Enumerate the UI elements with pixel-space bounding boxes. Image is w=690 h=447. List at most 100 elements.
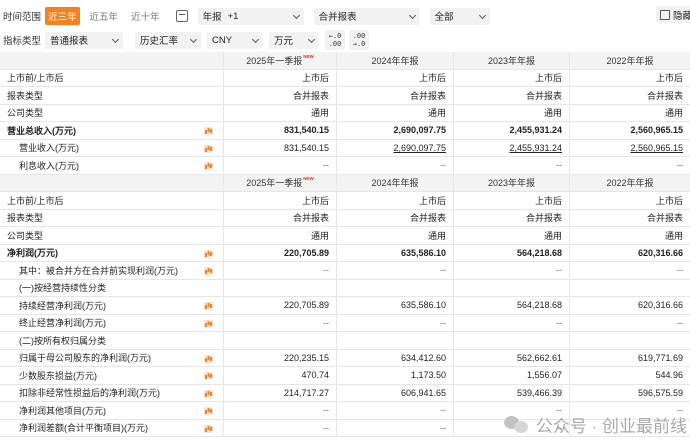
table-row: (一)按经营持续性分类 [0, 279, 690, 297]
table-cell: 2,690,097.75 [337, 139, 454, 156]
table-cell: 220,235.15 [224, 349, 337, 366]
table-row: 公司类型 通用 通用 通用 通用 [0, 227, 690, 245]
table-cell: -- [677, 265, 683, 276]
financial-table: 2025年一季报 NEW 2024年年报 2023年年报 2022年年报 上市前/上市后上… [0, 52, 690, 437]
table-cell: 596,575.59 [637, 387, 683, 398]
column-header[interactable]: 2022年年报 [570, 175, 690, 192]
report-type-select[interactable]: 合并报表 [313, 7, 420, 25]
table-cell: 831,540.15 [224, 122, 337, 139]
table-header-row: 2025年一季报 NEW 2024年年报 2023年年报 2022年年报 [0, 52, 690, 70]
column-header[interactable]: 2024年年报 [337, 174, 454, 191]
column-header[interactable]: 2023年年报 [454, 174, 570, 191]
column-header [0, 52, 224, 69]
bar-chart-icon[interactable] [204, 319, 213, 328]
row-label: 上市前/上市后 [0, 192, 224, 209]
chevron-down-icon [251, 35, 260, 43]
table-cell: 通用 [664, 108, 683, 119]
row-label: 公司类型 [0, 227, 224, 244]
chevron-down-icon [111, 35, 120, 43]
new-badge: NEW [303, 53, 314, 59]
table-row: 净利润(万元) 220,705.89 635,586.10 564,218.68 620… [0, 244, 690, 262]
table-cell: -- [224, 402, 337, 419]
table-cell: 上市后 [337, 69, 454, 86]
table-cell: 上市后 [454, 69, 570, 86]
decrease-decimal-button[interactable]: ←.0.00 [325, 30, 346, 50]
table-cell: -- [454, 262, 570, 279]
range-5y-button[interactable]: 近五年 [87, 7, 122, 25]
exchange-rate-select[interactable]: 历史汇率 [135, 31, 202, 49]
column-header[interactable]: 2025年一季报 NEW [224, 52, 337, 69]
row-label: 扣除非经常性损益后的净利润(万元) [0, 384, 224, 401]
range-10y-button[interactable]: 近十年 [128, 7, 163, 25]
table-cell: 544.96 [655, 370, 683, 381]
table-cell: 合并报表 [454, 87, 570, 104]
currency-select[interactable]: CNY [207, 31, 264, 49]
table-cell: -- [224, 157, 337, 174]
table-cell: 上市后 [224, 69, 337, 86]
chevron-down-icon [307, 35, 316, 43]
period-select[interactable]: 年报 +1 [197, 7, 304, 25]
bar-chart-icon[interactable] [204, 302, 213, 310]
table-cell: 2,455,931.24 [454, 122, 570, 139]
table-cell: -- [337, 314, 454, 331]
table-cell: 通用 [454, 227, 570, 244]
metric-type-select[interactable]: 普通报表 [45, 31, 124, 49]
table-cell: -- [454, 314, 570, 331]
table-cell: -- [337, 419, 454, 436]
bar-chart-icon[interactable] [204, 249, 213, 258]
table-cell: -- [224, 419, 337, 436]
increase-decimal-button[interactable]: .00 →.0 [349, 30, 370, 50]
bar-chart-icon[interactable] [204, 354, 213, 363]
row-label: (二)按所有权归属分类 [0, 332, 224, 349]
table-cell: 220,705.89 [224, 244, 337, 261]
bar-chart-icon[interactable] [204, 127, 213, 135]
bar-chart-icon[interactable] [204, 162, 213, 170]
table-cell: 619,771.69 [637, 352, 683, 363]
range-3y-button[interactable]: 近三年 [45, 7, 80, 25]
calendar-icon[interactable] [175, 10, 188, 22]
table-cell [454, 332, 570, 349]
column-header[interactable]: 2024年年报 [337, 52, 454, 69]
table-header-row: 2025年一季报 NEW 2024年年报 2023年年报 2022年年报 [0, 174, 690, 192]
column-header[interactable]: 2022年年报 [570, 52, 690, 69]
watermark: 公众号 · 创业最前线 [503, 412, 687, 437]
table-cell: 合并报表 [337, 209, 454, 226]
table-cell: 564,218.68 [454, 297, 570, 314]
row-label: 净利润(万元) [0, 244, 224, 261]
table-cell: 831,540.15 [224, 139, 337, 156]
scope-select[interactable]: 全部 [429, 7, 490, 25]
table-cell: 564,218.68 [454, 244, 570, 261]
table-cell: 2,560,965.15 [630, 142, 683, 153]
column-header[interactable]: 2025年一季报 NEW [224, 174, 337, 191]
row-label: 利息收入(万元) [0, 157, 224, 174]
table-row: 营业收入(万元) 831,540.15 2,690,097.75 2,455,931.… [0, 139, 690, 157]
hide-button[interactable]: 隐藏 [656, 6, 690, 23]
bar-chart-icon[interactable] [204, 267, 213, 275]
table-cell: 1,556.07 [454, 367, 570, 384]
bar-chart-icon[interactable] [204, 372, 213, 380]
column-header[interactable]: 2023年年报 [454, 52, 570, 69]
table-cell: -- [337, 262, 454, 279]
table-cell: 470.74 [224, 367, 337, 384]
row-label: 净利润差额(合计平衡项目)(万元) [0, 419, 224, 436]
row-label: 持续经营净利润(万元) [0, 297, 224, 314]
bar-chart-icon[interactable] [204, 389, 213, 398]
table-cell: -- [337, 402, 454, 419]
table-cell [337, 332, 454, 349]
bar-chart-icon[interactable] [204, 407, 213, 415]
row-label: 终止经营净利润(万元) [0, 314, 224, 331]
row-label: 营业总收入(万元) [0, 122, 224, 139]
table-cell [337, 279, 454, 296]
new-badge: NEW [303, 176, 314, 182]
table-cell: 上市后 [655, 73, 683, 84]
table-cell: 上市后 [454, 192, 570, 209]
unit-select[interactable]: 万元 [269, 31, 320, 49]
table-row: 公司类型 通用 通用 通用 通用 [0, 104, 690, 122]
bar-chart-icon[interactable] [204, 144, 213, 153]
table-cell: 635,586.10 [337, 297, 454, 314]
bar-chart-icon[interactable] [204, 424, 213, 433]
table-row: 终止经营净利润(万元) -- -- -- -- [0, 314, 690, 332]
table-cell: 220,705.89 [224, 297, 337, 314]
table-row: 利息收入(万元) -- -- -- -- [0, 157, 690, 175]
table-cell: 合并报表 [454, 209, 570, 226]
